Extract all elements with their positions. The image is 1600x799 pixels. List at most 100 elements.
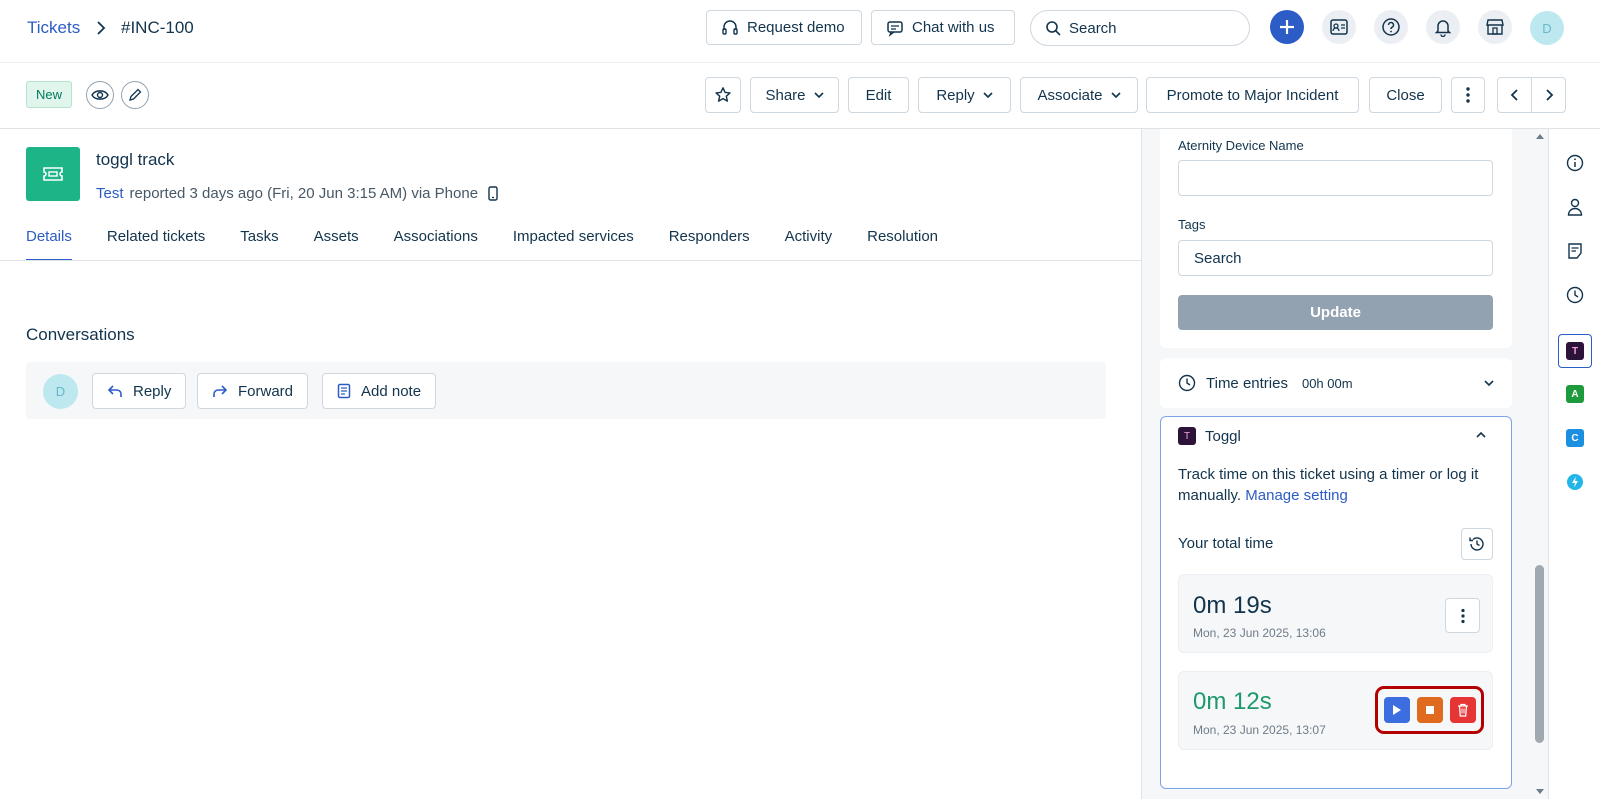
reported-text: reported 3 days ago (Fri, 20 Jun 3:15 AM… (129, 185, 479, 202)
tab-details[interactable]: Details (26, 228, 72, 261)
edit-button[interactable]: Edit (848, 77, 909, 113)
running-entry-date: Mon, 23 Jun 2025, 13:07 (1193, 723, 1326, 737)
total-time-label: Your total time (1178, 535, 1274, 552)
share-label: Share (765, 86, 806, 104)
app-a-icon[interactable]: A (1560, 379, 1590, 409)
entry-duration: 0m 19s (1193, 592, 1272, 619)
scrollbar-thumb[interactable] (1535, 565, 1544, 743)
ticket-type-icon (26, 147, 80, 201)
time-entries-card[interactable]: Time entries 00h 00m (1160, 358, 1512, 408)
clock-icon[interactable] (1560, 280, 1590, 310)
update-button[interactable]: Update (1178, 295, 1493, 330)
entry-more-icon[interactable] (1445, 598, 1480, 633)
timer-controls-highlight (1375, 686, 1484, 734)
reply-label: Reply (133, 382, 172, 400)
ticket-tabs: Details Related tickets Tasks Assets Ass… (26, 228, 973, 261)
previous-ticket-icon[interactable] (1497, 77, 1532, 113)
breadcrumb-tickets-link[interactable]: Tickets (27, 18, 80, 38)
forward-button[interactable]: Forward (197, 373, 309, 409)
plus-icon[interactable] (1270, 10, 1304, 44)
tab-associations[interactable]: Associations (394, 228, 478, 261)
tab-responders[interactable]: Responders (669, 228, 750, 261)
scroll-up-icon[interactable] (1535, 133, 1545, 140)
headset-icon (721, 19, 739, 37)
toggl-app-icon[interactable]: T (1558, 334, 1592, 368)
user-avatar[interactable]: D (1530, 11, 1564, 45)
forward-label: Forward (238, 382, 294, 400)
toggl-app-letter: T (1566, 342, 1584, 360)
tags-input[interactable]: Search (1178, 240, 1493, 276)
reporter-link[interactable]: Test (96, 185, 124, 202)
app-c-icon[interactable]: C (1560, 423, 1590, 453)
eye-icon[interactable] (86, 81, 114, 109)
chat-icon (886, 19, 904, 37)
add-note-button[interactable]: Add note (322, 373, 437, 409)
close-label: Close (1386, 86, 1425, 104)
device-name-label: Aternity Device Name (1178, 138, 1304, 153)
avatar: D (43, 374, 78, 409)
tab-related-tickets[interactable]: Related tickets (107, 228, 205, 261)
share-button[interactable]: Share (750, 77, 839, 113)
device-name-input[interactable] (1178, 160, 1493, 196)
help-icon[interactable] (1374, 10, 1408, 44)
app-rail (1548, 129, 1600, 799)
info-icon[interactable] (1560, 148, 1590, 178)
request-demo-button[interactable]: Request demo (706, 10, 862, 45)
status-badge: New (26, 81, 73, 108)
notes-icon[interactable] (1560, 236, 1590, 266)
star-icon[interactable] (705, 77, 741, 113)
tab-resolution[interactable]: Resolution (867, 228, 938, 261)
global-search-input[interactable]: Search (1030, 10, 1250, 46)
chevron-right-icon (95, 20, 107, 36)
tab-tasks[interactable]: Tasks (240, 228, 278, 261)
tags-label: Tags (1178, 217, 1206, 232)
store-icon[interactable] (1478, 10, 1512, 44)
bell-icon[interactable] (1426, 10, 1460, 44)
running-entry-duration: 0m 12s (1193, 688, 1272, 715)
phone-icon (488, 186, 498, 201)
more-vertical-icon[interactable] (1451, 77, 1485, 113)
time-history-icon[interactable] (1461, 528, 1493, 560)
contact-card-icon[interactable] (1322, 10, 1356, 44)
chevron-down-icon (813, 91, 824, 99)
chevron-down-icon (1484, 379, 1494, 387)
entry-date: Mon, 23 Jun 2025, 13:06 (1193, 626, 1326, 640)
clock-icon (1178, 374, 1196, 392)
lightning-app-icon[interactable] (1560, 467, 1590, 497)
search-placeholder: Search (1069, 19, 1117, 37)
note-icon (337, 383, 351, 399)
manage-setting-link[interactable]: Manage setting (1245, 487, 1348, 504)
tab-activity[interactable]: Activity (785, 228, 833, 261)
associate-label: Associate (1037, 86, 1103, 104)
associate-button[interactable]: Associate (1020, 77, 1138, 113)
chevron-down-icon (1110, 91, 1121, 99)
toggl-description: Track time on this ticket using a timer … (1178, 464, 1498, 506)
pencil-icon[interactable] (121, 81, 149, 109)
stop-icon[interactable] (1416, 697, 1443, 723)
scroll-down-icon[interactable] (1535, 788, 1545, 795)
edit-label: Edit (865, 86, 892, 104)
toggl-logo-icon: T (1178, 427, 1196, 445)
search-icon (1045, 20, 1061, 36)
trash-icon[interactable] (1449, 697, 1476, 723)
time-entries-label: Time entries (1206, 374, 1288, 392)
close-ticket-button[interactable]: Close (1369, 77, 1442, 113)
user-icon[interactable] (1560, 192, 1590, 222)
promote-major-incident-button[interactable]: Promote to Major Incident (1146, 77, 1359, 113)
chevron-down-icon (983, 91, 993, 99)
next-ticket-icon[interactable] (1531, 77, 1566, 113)
chat-with-us-button[interactable]: Chat with us (871, 10, 1015, 45)
play-icon[interactable] (1383, 697, 1410, 723)
app-a-letter: A (1566, 385, 1584, 403)
chevron-up-icon[interactable] (1476, 431, 1486, 439)
reply-dropdown-button[interactable]: Reply (918, 77, 1011, 113)
forward-arrow-icon (212, 384, 228, 398)
promote-label: Promote to Major Incident (1166, 86, 1339, 104)
breadcrumb-current: #INC-100 (121, 18, 194, 37)
tabs-divider (0, 260, 1141, 261)
tab-assets[interactable]: Assets (314, 228, 359, 261)
toggl-title: Toggl (1205, 428, 1241, 445)
conversations-title: Conversations (26, 325, 135, 344)
reply-button[interactable]: Reply (92, 373, 187, 409)
tab-impacted-services[interactable]: Impacted services (513, 228, 634, 261)
